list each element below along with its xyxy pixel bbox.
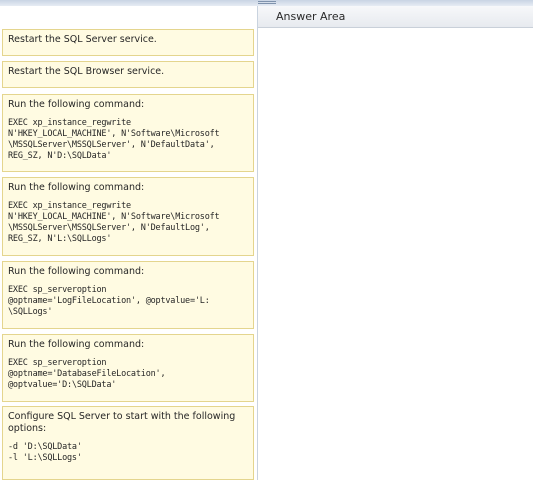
choice-card-title: Run the following command: <box>8 182 145 193</box>
answer-area-dropzone[interactable] <box>258 28 533 480</box>
choice-card-title: Restart the SQL Browser service. <box>8 66 165 77</box>
answer-area-header: Answer Area <box>258 6 533 28</box>
choice-card-code: EXEC sp_serveroption @optname='DatabaseF… <box>8 358 166 390</box>
choice-card-serveroption-data[interactable]: Run the following command: EXEC sp_serve… <box>2 334 254 402</box>
choice-card-regwrite-defaultlog[interactable]: Run the following command: EXEC xp_insta… <box>2 177 254 256</box>
choice-card-title: Configure SQL Server to start with the f… <box>8 411 236 434</box>
choice-card-code: EXEC xp_instance_regwrite N'HKEY_LOCAL_M… <box>8 118 220 161</box>
choice-card-restart-sql-browser[interactable]: Restart the SQL Browser service. <box>2 61 254 88</box>
answer-area-title: Answer Area <box>276 10 346 23</box>
choice-card-regwrite-defaultdata[interactable]: Run the following command: EXEC xp_insta… <box>2 94 254 172</box>
choice-card-title: Run the following command: <box>8 99 145 110</box>
resize-grip-icon[interactable] <box>258 1 276 4</box>
choice-card-title: Run the following command: <box>8 339 145 350</box>
choice-card-code: EXEC xp_instance_regwrite N'HKEY_LOCAL_M… <box>8 201 220 244</box>
choice-card-title: Restart the SQL Server service. <box>8 34 157 45</box>
choice-card-serveroption-log[interactable]: Run the following command: EXEC sp_serve… <box>2 261 254 329</box>
choice-card-restart-sql-server[interactable]: Restart the SQL Server service. <box>2 29 254 56</box>
choice-card-startup-options[interactable]: Configure SQL Server to start with the f… <box>2 406 254 480</box>
choice-card-code: EXEC sp_serveroption @optname='LogFileLo… <box>8 285 210 317</box>
choice-card-code: -d 'D:\SQLData' -l 'L:\SQLLogs' <box>8 442 82 463</box>
choice-card-title: Run the following command: <box>8 266 145 277</box>
